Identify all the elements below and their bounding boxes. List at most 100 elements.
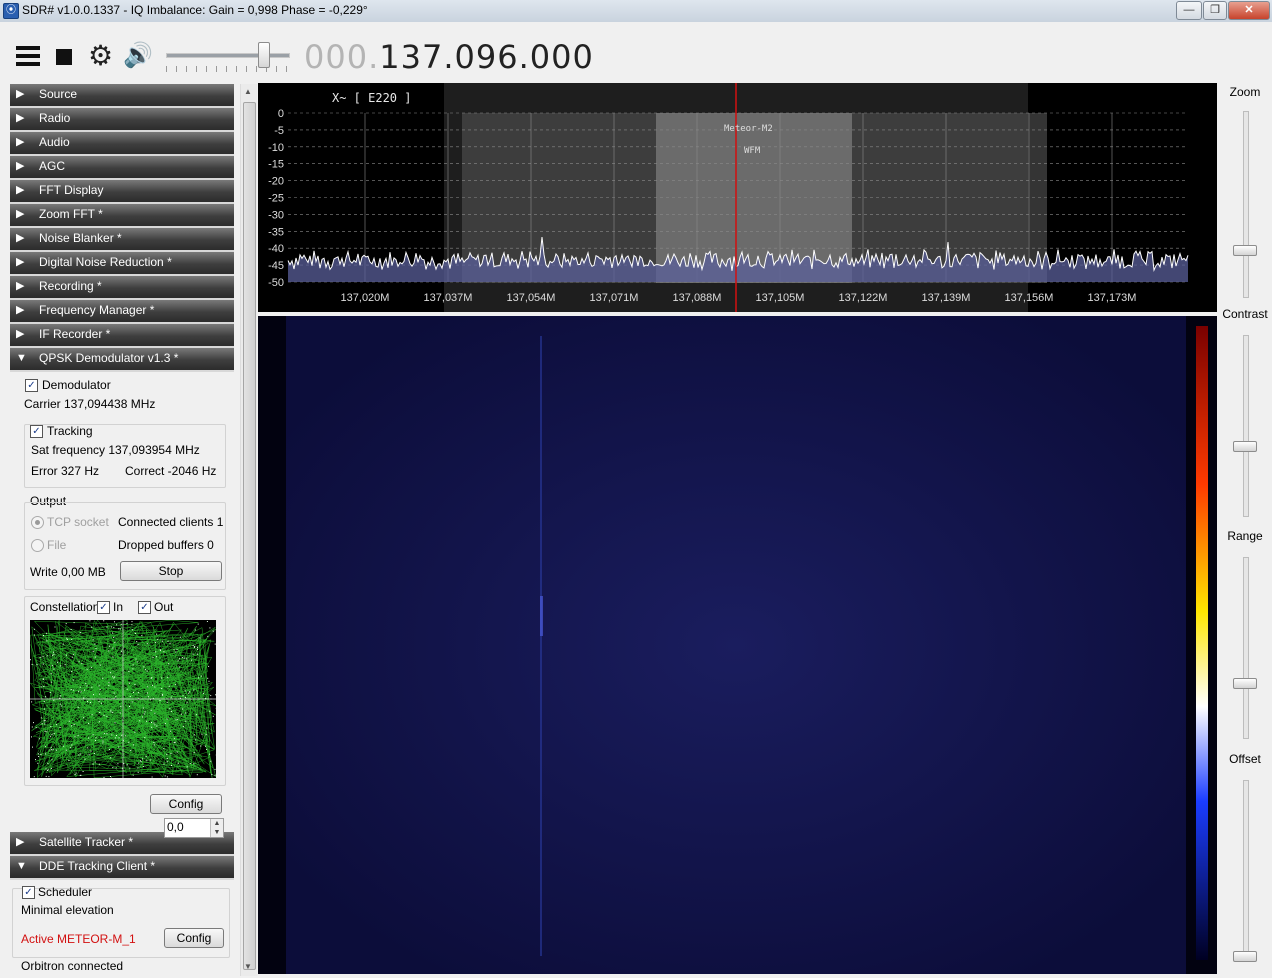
orbitron-status: Orbitron connected — [21, 959, 124, 973]
left-panel-scrollbar[interactable]: ▲ ▼ — [240, 84, 257, 976]
section-label: Audio — [39, 135, 70, 149]
section-recording[interactable]: ▶ Recording * — [10, 276, 234, 300]
speaker-icon[interactable]: 🔊 — [123, 42, 153, 69]
expand-down-icon: ▼ — [16, 352, 27, 364]
waterfall-display[interactable] — [258, 316, 1217, 974]
offset-slider[interactable] — [1243, 780, 1249, 962]
spectrum-y-tick-label: -20 — [268, 176, 284, 188]
tcp-socket-radio[interactable] — [31, 516, 44, 529]
scheduler-checkbox[interactable]: ✓ — [22, 886, 35, 899]
expand-right-icon: ▶ — [16, 280, 25, 292]
spectrum-x-tick-label: 137,139M — [922, 292, 971, 304]
section-agc[interactable]: ▶ AGC — [10, 156, 234, 180]
zoom-label: Zoom — [1229, 85, 1261, 99]
expand-right-icon: ▶ — [16, 256, 25, 268]
stop-icon[interactable] — [56, 49, 72, 65]
stop-button[interactable]: Stop — [120, 561, 222, 581]
spectrum-analyzer[interactable]: 0 -5 -10 -15 -20 -25 -30 -35 -40 -45 -50 137,020M 1… — [258, 83, 1217, 312]
constellation-out-label: Out — [154, 600, 174, 614]
expand-right-icon: ▶ — [16, 184, 25, 196]
offset-slider-thumb[interactable] — [1233, 951, 1257, 962]
file-radio[interactable] — [31, 539, 44, 552]
section-digital-noise-reduction[interactable]: ▶ Digital Noise Reduction * — [10, 252, 234, 276]
range-slider-thumb[interactable] — [1233, 678, 1257, 689]
section-fft-display[interactable]: ▶ FFT Display — [10, 180, 234, 204]
zoom-slider[interactable] — [1243, 111, 1249, 298]
expand-right-icon: ▶ — [16, 112, 25, 124]
spectrum-x-tick-label: 137,020M — [341, 292, 390, 304]
volume-slider-thumb[interactable] — [257, 42, 270, 68]
constellation-label: Constellation — [30, 600, 100, 614]
spectrum-y-tick-label: -40 — [268, 243, 284, 255]
section-qpsk-demodulator-v1-3[interactable]: ▼ QPSK Demodulator v1.3 * — [10, 348, 234, 372]
maximize-button[interactable]: ❐ — [1203, 1, 1227, 20]
constellation-svg — [30, 620, 216, 778]
zoom-slider-thumb[interactable] — [1233, 245, 1257, 256]
spectrum-y-tick-label: -50 — [268, 277, 284, 289]
scroll-up-icon[interactable]: ▲ — [244, 87, 252, 96]
dde-config-button[interactable]: Config — [164, 928, 224, 948]
toolbar: ⚙ 🔊 000.137.096.000 — [0, 22, 1272, 82]
section-if-recorder[interactable]: ▶ IF Recorder * — [10, 324, 234, 348]
section-noise-blanker[interactable]: ▶ Noise Blanker * — [10, 228, 234, 252]
minimize-button[interactable]: — — [1176, 1, 1202, 20]
contrast-slider-thumb[interactable] — [1233, 441, 1257, 452]
expand-right-icon: ▶ — [16, 328, 25, 340]
scroll-thumb[interactable] — [243, 102, 256, 970]
frequency-value: 137.096.000 — [379, 38, 594, 76]
spectrum-y-tick-label: -5 — [274, 125, 284, 137]
expand-right-icon: ▶ — [16, 232, 25, 244]
expand-right-icon: ▶ — [16, 208, 25, 220]
contrast-label: Contrast — [1222, 307, 1268, 321]
scroll-down-icon[interactable]: ▼ — [244, 962, 252, 971]
constellation-in-checkbox[interactable]: ✓ — [97, 601, 110, 614]
waterfall-carrier-trace — [540, 336, 542, 956]
section-dde-tracking-client[interactable]: ▼ DDE Tracking Client * — [10, 856, 234, 880]
app-logo-icon: ⦿ — [3, 3, 19, 19]
spectrum-y-tick-label: -35 — [268, 226, 284, 238]
spectrum-x-tick-label: 137,105M — [756, 292, 805, 304]
expand-right-icon: ▶ — [16, 136, 25, 148]
spectrum-x-tick-label: 137,071M — [590, 292, 639, 304]
section-zoom-fft[interactable]: ▶ Zoom FFT * — [10, 204, 234, 228]
range-slider[interactable] — [1243, 557, 1249, 739]
qpsk-config-button[interactable]: Config — [150, 794, 222, 814]
section-label: Satellite Tracker * — [39, 835, 134, 849]
section-label: Recording * — [39, 279, 102, 293]
menu-icon[interactable] — [16, 44, 44, 70]
dropped-buffers: Dropped buffers 0 — [118, 538, 214, 552]
expand-right-icon: ▶ — [16, 160, 25, 172]
section-frequency-manager[interactable]: ▶ Frequency Manager * — [10, 300, 234, 324]
scheduler-label: Scheduler — [38, 885, 93, 899]
minimal-elevation-value: 0,0 — [167, 820, 184, 834]
contrast-slider[interactable] — [1243, 335, 1249, 517]
expand-right-icon: ▶ — [16, 836, 25, 848]
frequency-display[interactable]: 000.137.096.000 — [304, 38, 594, 76]
section-audio[interactable]: ▶ Audio — [10, 132, 234, 156]
carrier-value: Carrier 137,094438 MHz — [24, 397, 156, 411]
spectrum-x-tick-label: 137,088M — [673, 292, 722, 304]
section-label: FFT Display — [39, 183, 104, 197]
file-label: File — [47, 538, 67, 552]
tracking-checkbox[interactable]: ✓ — [30, 425, 43, 438]
spectrum-x-tick-label: 137,173M — [1088, 292, 1137, 304]
demodulator-checkbox[interactable]: ✓ — [25, 379, 38, 392]
tracking-label: Tracking — [47, 424, 93, 438]
right-panel: Zoom Contrast Range Offset — [1218, 83, 1272, 978]
minimal-elevation-input[interactable]: 0,0 ▲ ▼ — [164, 818, 224, 838]
spectrum-x-tick-label: 137,037M — [424, 292, 473, 304]
spectrum-y-tick-label: -25 — [268, 193, 284, 205]
station-mode: WFM — [744, 146, 761, 156]
spectrum-y-ticks: 0 -5 -10 -15 -20 -25 -30 -35 -40 -45 -50 — [268, 108, 284, 289]
spectrum-y-tick-label: -15 — [268, 159, 284, 171]
close-button[interactable]: ✕ — [1228, 1, 1270, 20]
elevation-spinner[interactable]: ▲ ▼ — [210, 819, 223, 837]
section-radio[interactable]: ▶ Radio — [10, 108, 234, 132]
constellation-out-checkbox[interactable]: ✓ — [138, 601, 151, 614]
range-label: Range — [1227, 529, 1263, 543]
section-source[interactable]: ▶ Source — [10, 84, 234, 108]
constellation-plot — [30, 620, 216, 778]
gear-icon[interactable]: ⚙ — [88, 42, 116, 70]
waterfall-svg — [258, 316, 1217, 974]
volume-slider[interactable] — [166, 53, 290, 58]
